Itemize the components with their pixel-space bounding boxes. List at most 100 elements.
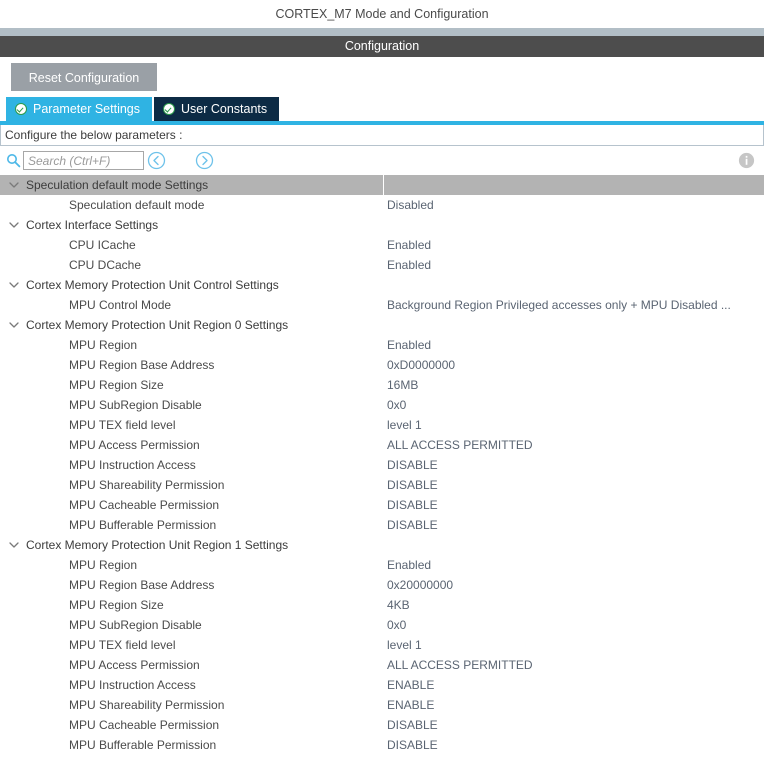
parameter-name: MPU Shareability Permission xyxy=(69,698,225,712)
table-row[interactable]: MPU Shareability Permission ENABLE xyxy=(0,695,764,715)
table-row[interactable]: MPU Instruction Access DISABLE xyxy=(0,455,764,475)
table-row[interactable]: MPU Shareability Permission DISABLE xyxy=(0,475,764,495)
parameter-name: MPU Control Mode xyxy=(69,298,172,312)
parameter-name: MPU Cacheable Permission xyxy=(69,498,220,512)
tree-group-label: Cortex Memory Protection Unit Region 1 S… xyxy=(26,538,289,552)
parameter-value[interactable]: DISABLE xyxy=(387,715,438,735)
table-row[interactable]: MPU Region Size 16MB xyxy=(0,375,764,395)
search-icon xyxy=(6,153,21,168)
table-row[interactable]: MPU Region Base Address 0x20000000 xyxy=(0,575,764,595)
chevron-down-icon[interactable] xyxy=(8,315,20,335)
table-row[interactable]: MPU TEX field level level 1 xyxy=(0,635,764,655)
parameter-value[interactable]: 0x0 xyxy=(387,615,406,635)
parameter-name: MPU SubRegion Disable xyxy=(69,618,202,632)
tab-parameter-settings[interactable]: Parameter Settings xyxy=(6,97,152,121)
table-row[interactable]: MPU SubRegion Disable 0x0 xyxy=(0,395,764,415)
configure-parameters-label: Configure the below parameters : xyxy=(0,125,764,146)
table-row[interactable]: MPU Control Mode Background Region Privil… xyxy=(0,295,764,315)
parameter-name: CPU ICache xyxy=(69,238,136,252)
parameter-value[interactable]: 0x20000000 xyxy=(387,575,453,595)
tree-group-row[interactable]: Speculation default mode Settings xyxy=(0,175,764,195)
tree-group-row[interactable]: Cortex Memory Protection Unit Region 1 S… xyxy=(0,535,764,555)
parameter-value[interactable]: 0xD0000000 xyxy=(387,355,455,375)
chevron-left-circle-icon[interactable] xyxy=(147,151,166,170)
tab-strip: Parameter Settings User Constants xyxy=(0,97,764,121)
table-row[interactable]: Speculation default mode Disabled xyxy=(0,195,764,215)
configuration-section-bar: Configuration xyxy=(0,36,764,57)
search-toolbar xyxy=(0,146,764,175)
parameter-value[interactable]: Background Region Privileged accesses on… xyxy=(387,295,731,315)
table-row[interactable]: MPU SubRegion Disable 0x0 xyxy=(0,615,764,635)
parameter-value[interactable]: DISABLE xyxy=(387,735,438,755)
info-icon[interactable] xyxy=(738,152,755,169)
table-row[interactable]: MPU Instruction Access ENABLE xyxy=(0,675,764,695)
parameter-value[interactable]: ENABLE xyxy=(387,675,434,695)
parameter-value[interactable]: Enabled xyxy=(387,235,431,255)
parameter-value[interactable]: ALL ACCESS PERMITTED xyxy=(387,435,533,455)
tree-group-label: Cortex Memory Protection Unit Control Se… xyxy=(26,278,279,292)
table-row[interactable]: MPU Region Enabled xyxy=(0,555,764,575)
parameter-value[interactable]: ALL ACCESS PERMITTED xyxy=(387,655,533,675)
tree-group-label: Cortex Interface Settings xyxy=(26,218,159,232)
parameter-value[interactable]: Enabled xyxy=(387,255,431,275)
table-row[interactable]: MPU Bufferable Permission DISABLE xyxy=(0,735,764,755)
table-row[interactable]: MPU Region Enabled xyxy=(0,335,764,355)
table-row[interactable]: MPU Access Permission ALL ACCESS PERMITTE… xyxy=(0,655,764,675)
parameter-value[interactable]: DISABLE xyxy=(387,455,438,475)
parameter-tree: Speculation default mode Settings Specula… xyxy=(0,175,764,755)
parameter-value[interactable]: 4KB xyxy=(387,595,410,615)
table-row[interactable]: MPU Cacheable Permission DISABLE xyxy=(0,715,764,735)
chevron-right-circle-icon[interactable] xyxy=(195,151,214,170)
parameter-value[interactable]: level 1 xyxy=(387,415,422,435)
tab-user-constants-label: User Constants xyxy=(181,102,268,116)
tree-group-row[interactable]: Cortex Memory Protection Unit Control Se… xyxy=(0,275,764,295)
reset-configuration-button[interactable]: Reset Configuration xyxy=(11,63,157,91)
table-row[interactable]: MPU Access Permission ALL ACCESS PERMITTE… xyxy=(0,435,764,455)
parameter-name: MPU Region xyxy=(69,338,138,352)
table-row[interactable]: CPU ICache Enabled xyxy=(0,235,764,255)
table-row[interactable]: MPU TEX field level level 1 xyxy=(0,415,764,435)
search-input[interactable] xyxy=(23,151,144,170)
parameter-value[interactable]: ENABLE xyxy=(387,695,434,715)
parameter-value[interactable]: DISABLE xyxy=(387,515,438,535)
parameter-value[interactable]: Enabled xyxy=(387,555,431,575)
parameter-name: MPU Instruction Access xyxy=(69,678,196,692)
parameter-value[interactable]: 16MB xyxy=(387,375,418,395)
table-row[interactable]: MPU Cacheable Permission DISABLE xyxy=(0,495,764,515)
parameter-name: MPU TEX field level xyxy=(69,638,176,652)
tab-user-constants[interactable]: User Constants xyxy=(154,97,280,121)
parameter-name: CPU DCache xyxy=(69,258,142,272)
chevron-down-icon[interactable] xyxy=(8,275,20,295)
parameter-name: MPU Region Base Address xyxy=(69,578,215,592)
parameter-name: MPU Region xyxy=(69,558,138,572)
chevron-down-icon[interactable] xyxy=(8,175,20,195)
column-divider xyxy=(383,175,384,195)
parameter-name: MPU Region Size xyxy=(69,598,164,612)
parameter-name: MPU Access Permission xyxy=(69,438,200,452)
parameter-name: MPU Region Size xyxy=(69,378,164,392)
parameter-name: Speculation default mode xyxy=(69,198,205,212)
tree-group-label: Speculation default mode Settings xyxy=(26,178,209,192)
parameter-name: MPU Cacheable Permission xyxy=(69,718,220,732)
parameter-value[interactable]: Disabled xyxy=(387,195,434,215)
table-row[interactable]: MPU Region Size 4KB xyxy=(0,595,764,615)
parameter-name: MPU Bufferable Permission xyxy=(69,518,217,532)
parameter-value[interactable]: DISABLE xyxy=(387,495,438,515)
check-circle-icon xyxy=(15,103,27,115)
chevron-down-icon[interactable] xyxy=(8,215,20,235)
parameter-name: MPU SubRegion Disable xyxy=(69,398,202,412)
tree-group-row[interactable]: Cortex Interface Settings xyxy=(0,215,764,235)
table-row[interactable]: CPU DCache Enabled xyxy=(0,255,764,275)
parameter-value[interactable]: DISABLE xyxy=(387,475,438,495)
parameter-name: MPU Access Permission xyxy=(69,658,200,672)
tree-group-row[interactable]: Cortex Memory Protection Unit Region 0 S… xyxy=(0,315,764,335)
table-row[interactable]: MPU Region Base Address 0xD0000000 xyxy=(0,355,764,375)
top-separator-strip xyxy=(0,28,764,36)
table-row[interactable]: MPU Bufferable Permission DISABLE xyxy=(0,515,764,535)
tab-parameter-settings-label: Parameter Settings xyxy=(33,102,140,116)
parameter-value[interactable]: level 1 xyxy=(387,635,422,655)
parameter-name: MPU Region Base Address xyxy=(69,358,215,372)
parameter-value[interactable]: 0x0 xyxy=(387,395,406,415)
parameter-value[interactable]: Enabled xyxy=(387,335,431,355)
chevron-down-icon[interactable] xyxy=(8,535,20,555)
